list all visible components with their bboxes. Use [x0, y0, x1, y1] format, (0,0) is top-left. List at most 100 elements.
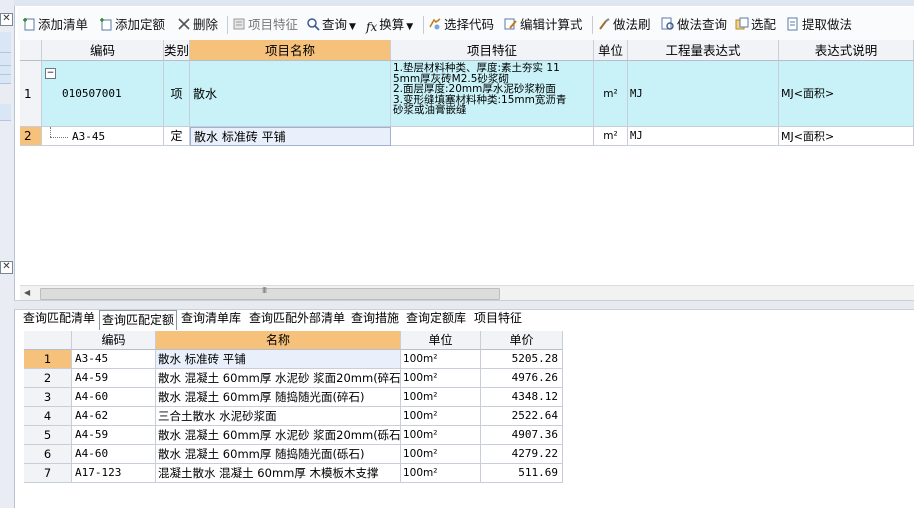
- column-header-name[interactable]: 名称: [156, 331, 401, 350]
- column-header-expression-desc[interactable]: 表达式说明: [779, 40, 914, 61]
- method-query-button[interactable]: 做法查询: [661, 16, 727, 34]
- item-name-cell[interactable]: 散水 标准砖 平铺: [190, 127, 391, 146]
- tab-query-measures[interactable]: 查询措施: [351, 309, 399, 328]
- column-header-code[interactable]: 编码: [72, 331, 156, 350]
- method-brush-button[interactable]: 做法刷: [597, 16, 651, 34]
- row-number[interactable]: 5: [24, 426, 72, 445]
- quota-name-cell[interactable]: 散水 混凝土 60mm厚 随捣随光面(砾石): [156, 445, 401, 464]
- price-cell[interactable]: 2522.64: [481, 407, 563, 426]
- expression-cell[interactable]: MJ: [628, 61, 779, 127]
- unit-cell[interactable]: 100m²: [401, 369, 481, 388]
- column-header-expression[interactable]: 工程量表达式: [628, 40, 779, 61]
- price-cell[interactable]: 4907.36: [481, 426, 563, 445]
- quota-name-cell[interactable]: 混凝土散水 混凝土 60mm厚 木模板木支撑: [156, 464, 401, 483]
- column-header-feature[interactable]: 项目特征: [391, 40, 594, 61]
- quota-query-grid: 编码 名称 单位 单价 1 A3-45 散水 标准砖 平铺 100m² 5205.28 2…: [24, 331, 564, 486]
- close-panel-icon[interactable]: ✕: [0, 261, 13, 274]
- row-number[interactable]: 7: [24, 464, 72, 483]
- scroll-thumb[interactable]: III: [40, 286, 500, 300]
- toolbar-separator: [423, 16, 424, 34]
- expression-desc-cell[interactable]: MJ<面积>: [779, 127, 914, 146]
- row-number[interactable]: 1: [24, 350, 72, 369]
- list-code-cell[interactable]: 010507001: [42, 61, 164, 127]
- query-dropdown[interactable]: 查询 ▼: [306, 16, 356, 34]
- row-number[interactable]: 2: [20, 127, 42, 146]
- left-panel-item[interactable]: [0, 75, 11, 84]
- tree-line: [50, 127, 52, 137]
- unit-cell[interactable]: 100m²: [401, 426, 481, 445]
- tab-query-quota-library[interactable]: 查询定额库: [406, 309, 466, 328]
- row-number[interactable]: 1: [20, 61, 42, 127]
- function-icon: fx: [366, 20, 378, 34]
- unit-cell[interactable]: m²: [594, 127, 628, 146]
- horizontal-scrollbar[interactable]: ◀ III: [20, 285, 914, 301]
- price-cell[interactable]: 4976.26: [481, 369, 563, 388]
- column-header-category[interactable]: 类别: [164, 40, 190, 61]
- quota-code-cell[interactable]: A4-62: [72, 407, 156, 426]
- tab-query-matched-list[interactable]: 查询匹配清单: [23, 309, 95, 328]
- column-header-name[interactable]: 项目名称: [190, 40, 391, 61]
- unit-cell[interactable]: m²: [594, 61, 628, 127]
- left-panel-item[interactable]: [0, 66, 11, 75]
- quota-code-cell[interactable]: A4-59: [72, 369, 156, 388]
- row-number[interactable]: 4: [24, 407, 72, 426]
- collapse-toggle-icon[interactable]: −: [45, 68, 56, 79]
- left-panel-item[interactable]: [0, 53, 11, 66]
- quota-name-cell[interactable]: 三合土散水 水泥砂浆面: [156, 407, 401, 426]
- price-cell[interactable]: 4348.12: [481, 388, 563, 407]
- column-header-unit[interactable]: 单位: [401, 331, 481, 350]
- toolbar: 添加清单 添加定额 删除 项目特征 查询 ▼ fx 换算 ▼ 选择代码 编辑计算式 做…: [18, 7, 914, 41]
- quota-name-cell[interactable]: 散水 标准砖 平铺: [156, 350, 401, 369]
- quota-code-cell[interactable]: A3-45: [72, 350, 156, 369]
- select-match-button[interactable]: 选配: [735, 16, 776, 34]
- unit-cell[interactable]: 100m²: [401, 464, 481, 483]
- category-cell[interactable]: 定: [164, 127, 190, 146]
- add-quota-icon: [100, 18, 112, 31]
- item-name-cell[interactable]: 散水: [190, 61, 391, 127]
- quota-code-cell[interactable]: A4-60: [72, 445, 156, 464]
- add-list-button[interactable]: 添加清单: [22, 16, 88, 34]
- edit-formula-button[interactable]: 编辑计算式: [504, 16, 583, 34]
- expression-cell[interactable]: MJ: [628, 127, 779, 146]
- quota-code-cell[interactable]: A4-59: [72, 426, 156, 445]
- quota-code-cell[interactable]: A17-123: [72, 464, 156, 483]
- column-header-code[interactable]: 编码: [42, 40, 164, 61]
- extract-method-icon: [787, 17, 798, 31]
- extract-method-button[interactable]: 提取做法: [786, 16, 852, 34]
- expression-desc-cell[interactable]: MJ<面积>: [779, 61, 914, 127]
- price-cell[interactable]: 4279.22: [481, 445, 563, 464]
- item-feature-cell[interactable]: [391, 127, 594, 146]
- add-quota-button[interactable]: 添加定额: [99, 16, 165, 34]
- tab-query-list-library[interactable]: 查询清单库: [181, 309, 241, 328]
- price-cell[interactable]: 511.69: [481, 464, 563, 483]
- scroll-left-icon[interactable]: ◀: [24, 286, 30, 300]
- row-number[interactable]: 6: [24, 445, 72, 464]
- item-feature-cell[interactable]: 1.垫层材料种类、厚度:素土夯实 11 5mm厚灰砖M2.5砂浆砌 2.面层厚度…: [391, 61, 594, 127]
- category-cell[interactable]: 项: [164, 61, 190, 127]
- unit-cell[interactable]: 100m²: [401, 407, 481, 426]
- close-panel-icon[interactable]: ✕: [0, 13, 13, 26]
- select-code-button[interactable]: 选择代码: [428, 16, 494, 34]
- toolbar-separator: [227, 16, 228, 34]
- tab-item-feature[interactable]: 项目特征: [474, 309, 522, 328]
- title-bar: [14, 0, 914, 6]
- quota-code-cell[interactable]: A4-60: [72, 388, 156, 407]
- delete-button[interactable]: 删除: [177, 16, 218, 34]
- item-feature-button[interactable]: 项目特征: [232, 16, 298, 34]
- quota-name-cell[interactable]: 散水 混凝土 60mm厚 随捣随光面(碎石): [156, 388, 401, 407]
- unit-cell[interactable]: 100m²: [401, 388, 481, 407]
- tab-query-matched-quota[interactable]: 查询匹配定额: [99, 310, 178, 330]
- row-number[interactable]: 2: [24, 369, 72, 388]
- price-cell[interactable]: 5205.28: [481, 350, 563, 369]
- row-number[interactable]: 3: [24, 388, 72, 407]
- unit-cell[interactable]: 100m²: [401, 350, 481, 369]
- tab-query-matched-external-list[interactable]: 查询匹配外部清单: [249, 309, 345, 328]
- left-panel-item[interactable]: [0, 32, 11, 53]
- replace-dropdown[interactable]: fx 换算 ▼: [366, 16, 413, 34]
- column-header-unit[interactable]: 单位: [594, 40, 628, 61]
- column-header-price[interactable]: 单价: [481, 331, 563, 350]
- quota-name-cell[interactable]: 散水 混凝土 60mm厚 水泥砂 浆面20mm(碎石): [156, 369, 401, 388]
- quota-name-cell[interactable]: 散水 混凝土 60mm厚 水泥砂 浆面20mm(砾石): [156, 426, 401, 445]
- left-panel-item[interactable]: [0, 104, 11, 121]
- unit-cell[interactable]: 100m²: [401, 445, 481, 464]
